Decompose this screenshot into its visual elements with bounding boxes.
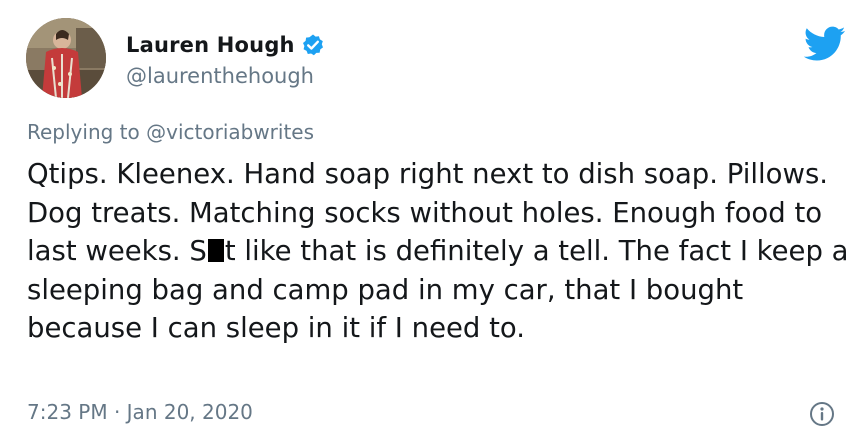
replying-to-line: Replying to @victoriabwrites (27, 120, 314, 144)
tweet-text: Qtips. Kleenex. Hand soap right next to … (27, 155, 857, 348)
avatar[interactable] (26, 18, 106, 98)
reply-prefix: Replying to (27, 120, 140, 144)
twitter-bird-icon[interactable] (803, 26, 846, 62)
tweet-card: Lauren Hough @laurenthehough Replying to… (0, 0, 867, 443)
verified-badge-icon (301, 33, 325, 57)
author-name-row: Lauren Hough (126, 30, 325, 60)
author-handle[interactable]: @laurenthehough (126, 64, 314, 88)
author-name[interactable]: Lauren Hough (126, 33, 295, 57)
tweet-timestamp[interactable]: 7:23 PM · Jan 20, 2020 (27, 400, 253, 424)
redaction-block (207, 239, 224, 263)
info-icon[interactable] (809, 401, 835, 427)
reply-handle-link[interactable]: @victoriabwrites (146, 120, 314, 144)
